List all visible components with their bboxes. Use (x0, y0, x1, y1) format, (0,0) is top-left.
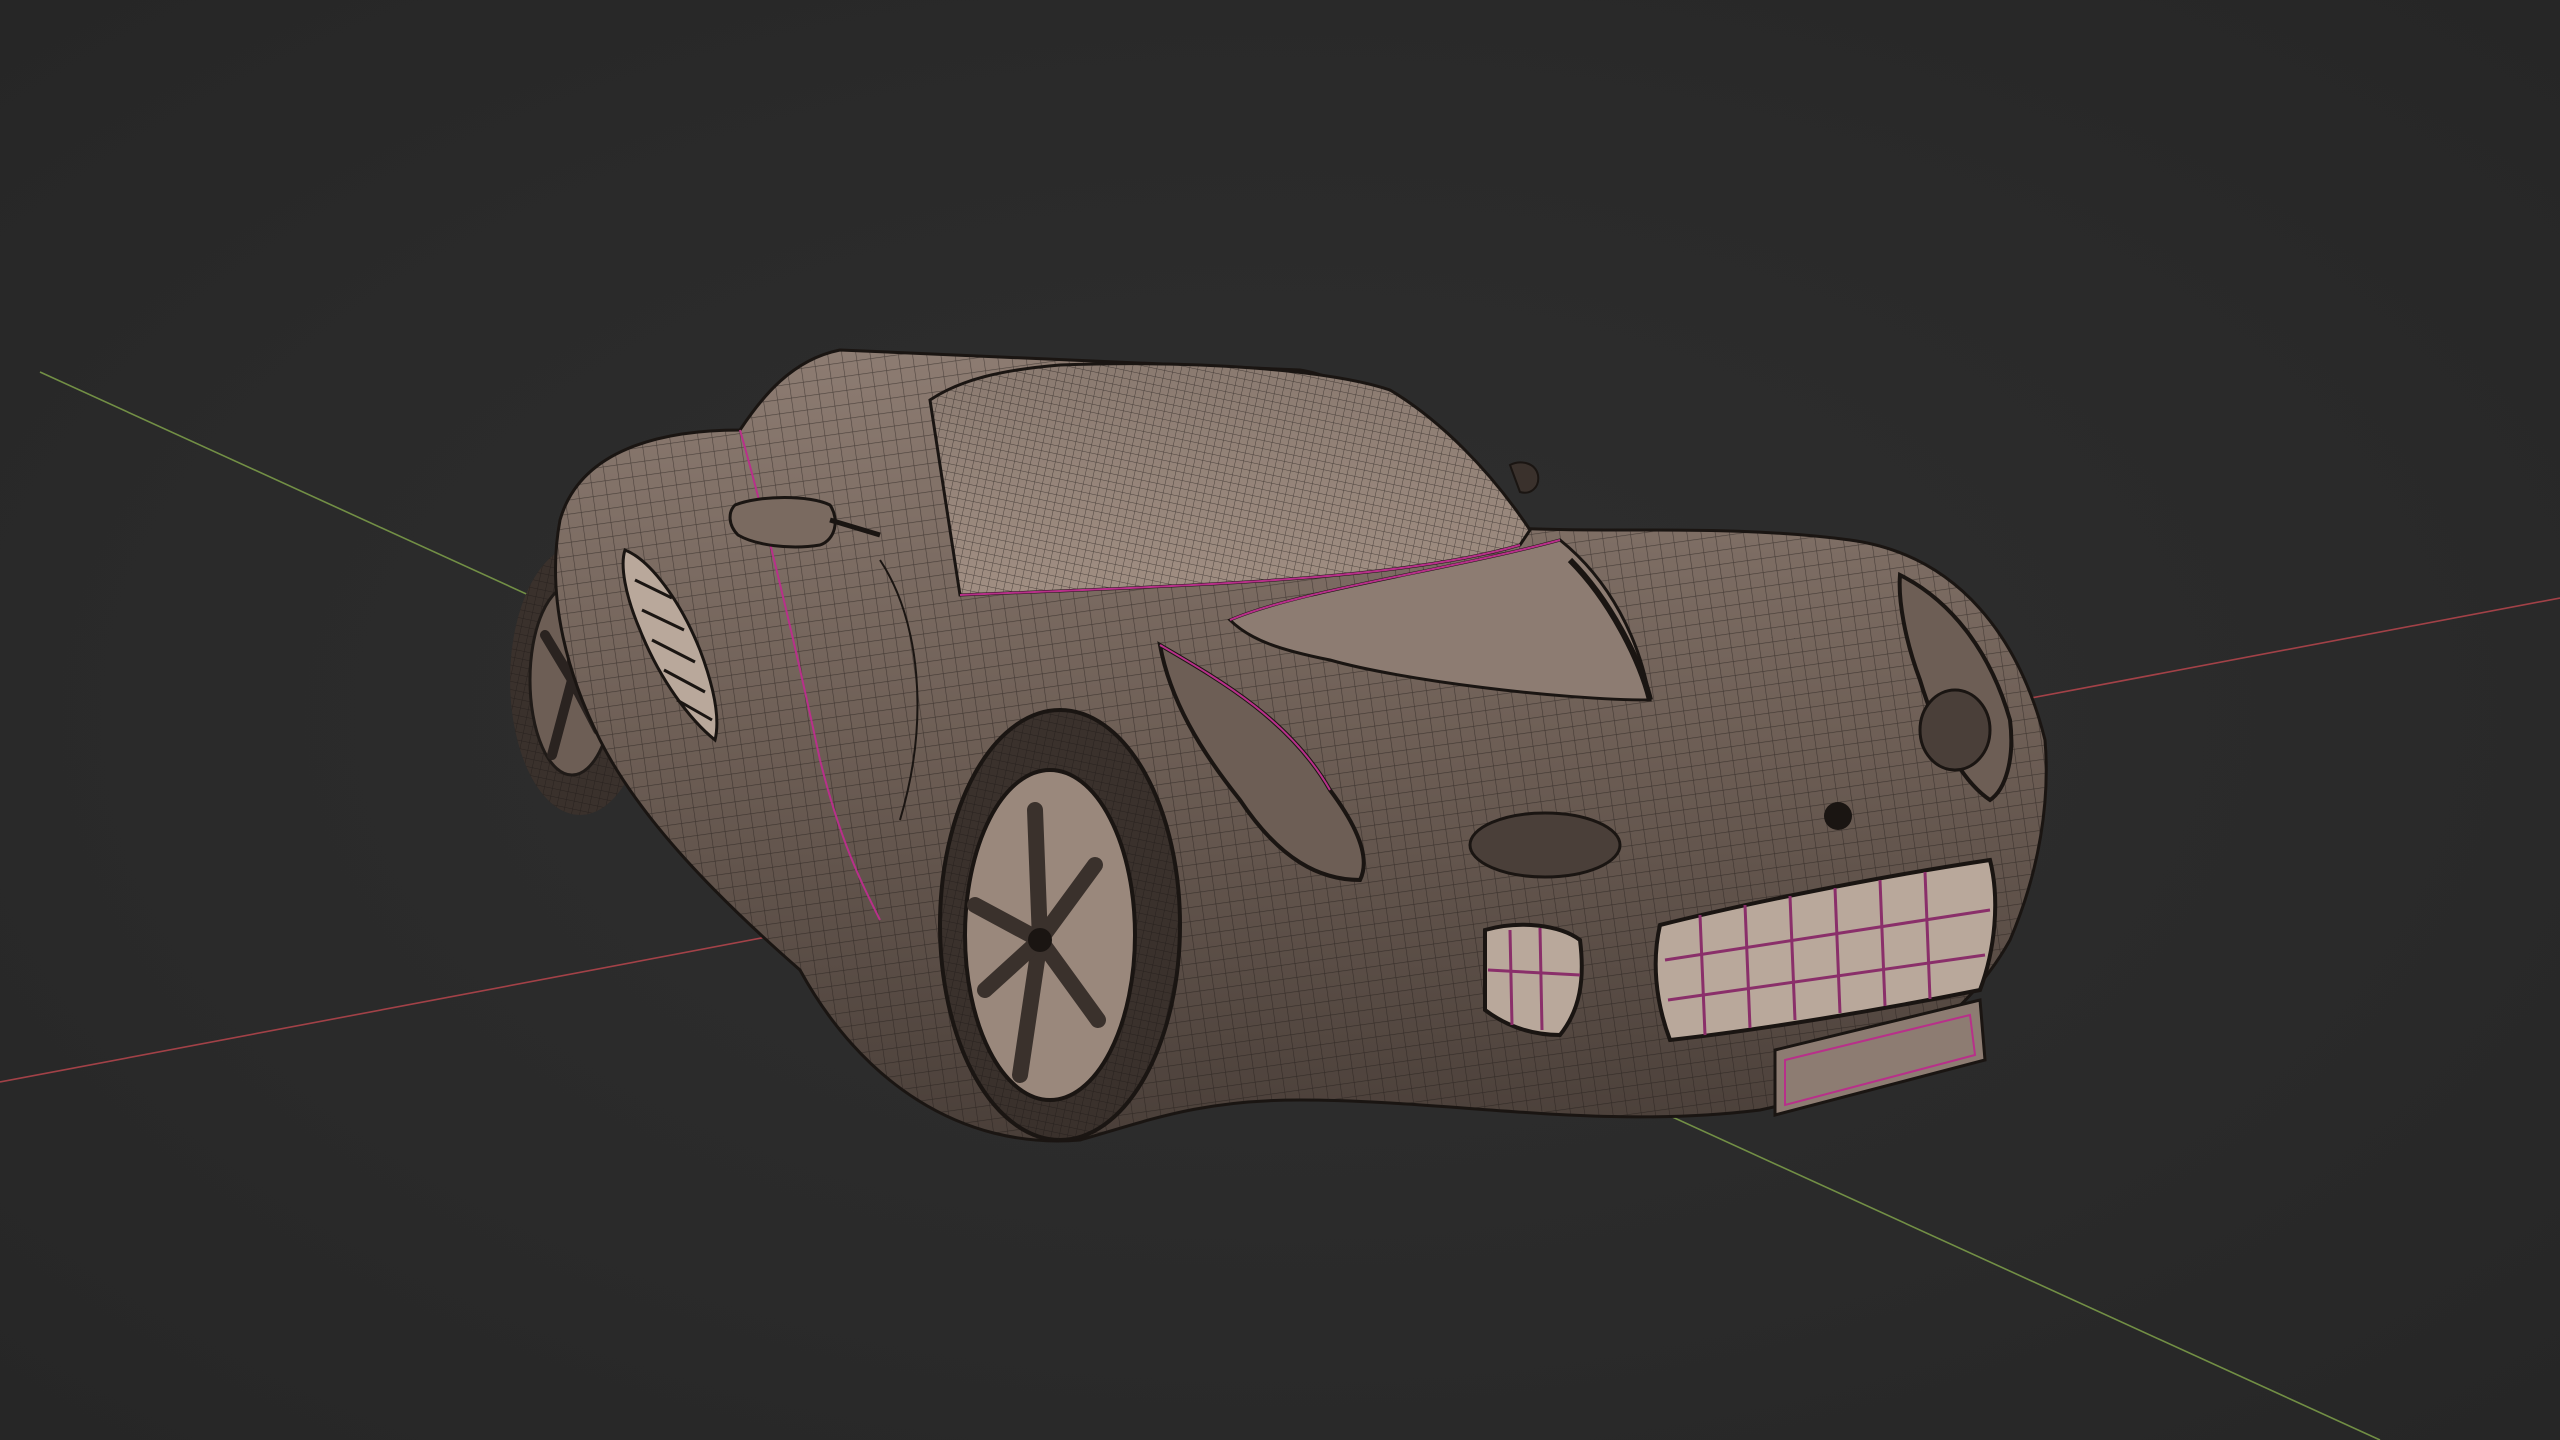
viewport-canvas[interactable] (0, 0, 2560, 1440)
3d-viewport[interactable] (0, 0, 2560, 1440)
car-model[interactable] (510, 348, 2048, 1143)
fog-light-right (1918, 688, 1992, 772)
front-badge (1824, 802, 1852, 830)
fog-light-left (1468, 811, 1622, 879)
front-wheel[interactable] (938, 708, 1182, 1142)
